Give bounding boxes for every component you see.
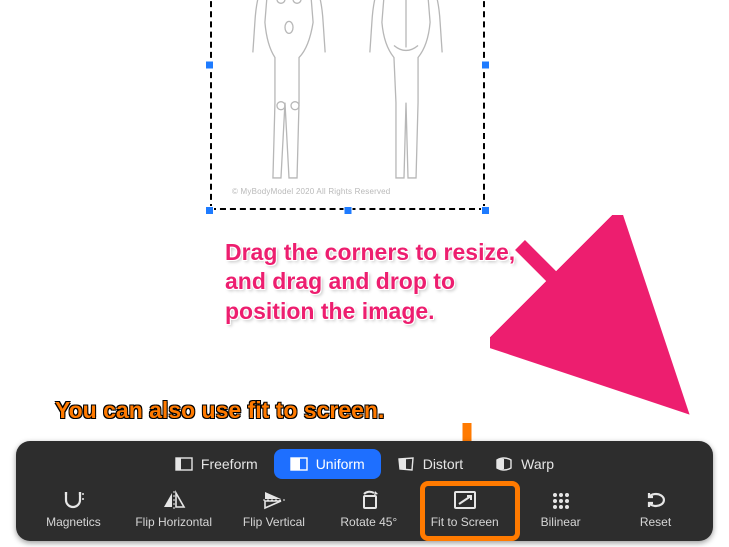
transform-tool-row: Magnetics Flip Horizontal Flip Verti (16, 483, 713, 541)
body-model-front (234, 0, 344, 188)
rotate-45-label: Rotate 45° (340, 515, 397, 529)
reset-label: Reset (640, 515, 671, 529)
reset-icon (643, 489, 669, 511)
bilinear-label: Bilinear (541, 515, 581, 529)
fit-to-screen-icon (452, 489, 478, 511)
uniform-icon (290, 457, 308, 471)
mode-distort-label: Distort (423, 456, 463, 472)
callout-drag-resize: Drag the corners to resize, and drag and… (225, 238, 525, 326)
distort-icon (397, 457, 415, 471)
mode-distort-button[interactable]: Distort (381, 449, 479, 479)
magnetics-button[interactable]: Magnetics (34, 485, 112, 533)
mode-warp-label: Warp (521, 456, 554, 472)
flip-vertical-button[interactable]: Flip Vertical (235, 485, 313, 533)
bilinear-button[interactable]: Bilinear (522, 485, 600, 533)
mode-uniform-button[interactable]: Uniform (274, 449, 381, 479)
mode-freeform-label: Freeform (201, 456, 258, 472)
fit-to-screen-label: Fit to Screen (431, 515, 499, 529)
resize-handle-middle-left[interactable] (205, 61, 214, 70)
flip-horizontal-label: Flip Horizontal (135, 515, 212, 529)
freeform-icon (175, 457, 193, 471)
rotate-45-button[interactable]: Rotate 45° (330, 485, 408, 533)
warp-icon (495, 457, 513, 471)
flip-vertical-icon (261, 489, 287, 511)
canvas-selection[interactable]: © MyBodyModel 2020 All Rights Reserved (210, 0, 485, 210)
transform-mode-row: Freeform Uniform Distort Warp (16, 441, 713, 483)
flip-vertical-label: Flip Vertical (243, 515, 305, 529)
mode-warp-button[interactable]: Warp (479, 449, 570, 479)
fit-to-screen-button[interactable]: Fit to Screen (425, 485, 505, 533)
rotate-icon (356, 489, 382, 511)
bilinear-icon (548, 489, 574, 511)
callout-fit-to-screen: You can also use fit to screen. (55, 397, 384, 424)
reset-button[interactable]: Reset (617, 485, 695, 533)
resize-handle-bottom-middle[interactable] (343, 206, 352, 215)
magnet-icon (60, 489, 86, 511)
mode-freeform-button[interactable]: Freeform (159, 449, 274, 479)
resize-handle-bottom-left[interactable] (205, 206, 214, 215)
flip-horizontal-icon (161, 489, 187, 511)
resize-handle-middle-right[interactable] (481, 61, 490, 70)
transform-toolbar: Freeform Uniform Distort Warp (16, 441, 713, 541)
selection-frame[interactable]: © MyBodyModel 2020 All Rights Reserved (210, 0, 485, 210)
magnetics-label: Magnetics (46, 515, 101, 529)
resize-handle-bottom-right[interactable] (481, 206, 490, 215)
flip-horizontal-button[interactable]: Flip Horizontal (129, 485, 218, 533)
body-model-back (351, 0, 461, 188)
image-watermark: © MyBodyModel 2020 All Rights Reserved (232, 187, 390, 196)
mode-uniform-label: Uniform (316, 456, 365, 472)
